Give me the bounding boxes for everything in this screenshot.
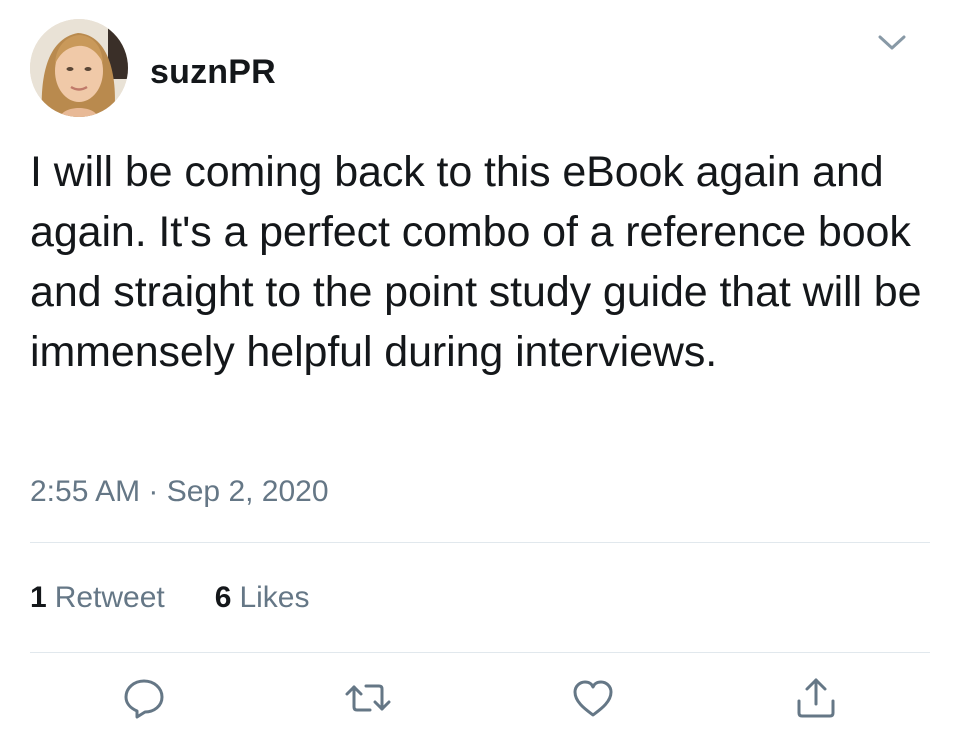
reply-icon [124, 679, 164, 719]
like-count-link[interactable]: 6 Likes [215, 580, 310, 616]
tweet-card: suznPR I will be coming back to this eBo… [0, 0, 960, 750]
engagement-stats: 1 Retweet 6 Likes [30, 580, 309, 616]
retweet-count: 1 [30, 581, 47, 614]
chevron-down-icon[interactable] [872, 28, 912, 56]
retweet-icon [345, 684, 391, 712]
username[interactable]: suznPR [150, 52, 276, 92]
like-count: 6 [214, 581, 232, 614]
divider [30, 542, 930, 543]
tweet-text: I will be coming back to this eBook agai… [30, 148, 922, 376]
share-icon [797, 678, 835, 718]
retweet-count-link[interactable]: 1 Retweet [30, 580, 165, 616]
timestamp[interactable]: 2:55 AM · Sep 2, 2020 [30, 474, 329, 510]
heart-icon [573, 680, 613, 717]
retweet-label: Retweet [54, 581, 165, 614]
retweet-button[interactable] [344, 674, 392, 722]
like-label: Likes [239, 581, 310, 614]
avatar-image [30, 19, 128, 117]
divider [30, 652, 930, 653]
like-button[interactable] [569, 674, 617, 722]
avatar[interactable] [30, 19, 128, 117]
reply-button[interactable] [120, 674, 168, 722]
share-button[interactable] [792, 674, 840, 722]
